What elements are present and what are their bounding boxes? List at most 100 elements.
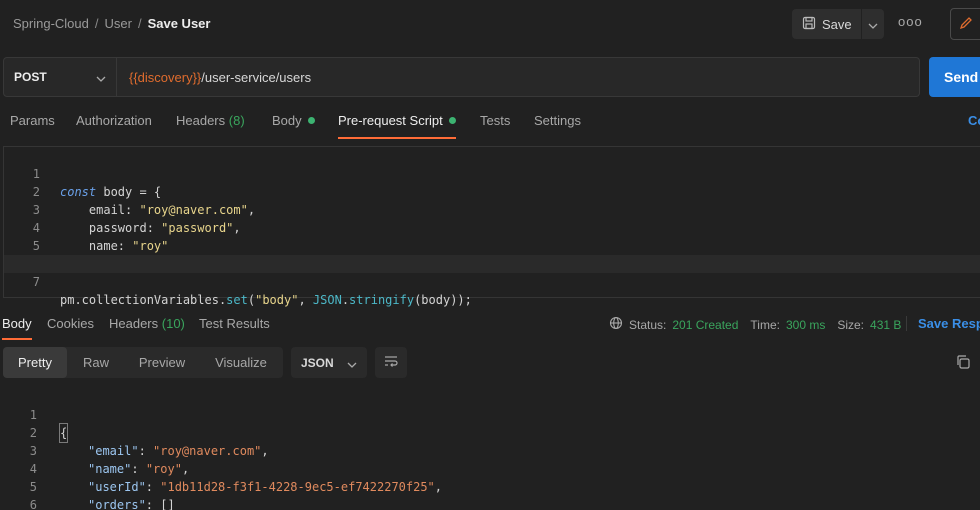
code-line-active: 7 pm.collectionVariables.set("body", JSO… (4, 255, 980, 307)
response-line: 1 { (0, 388, 69, 443)
tab-tests[interactable]: Tests (480, 113, 510, 128)
json-pair: "userId": "1db11d28-f3f1-4228-9ec5-ef742… (88, 480, 443, 494)
breadcrumb: Spring-Cloud / User / Save User (13, 16, 210, 31)
save-response-button[interactable]: Save Response (906, 316, 980, 331)
code-segment: . (341, 293, 350, 307)
code-line: 1 const body = { (4, 147, 980, 199)
response-line: 4 "userId": "1db11d28-f3f1-4228-9ec5-ef7… (0, 442, 442, 494)
response-tabs: Body Cookies Headers (10) Test Results S… (0, 313, 980, 340)
headers-count: (8) (228, 113, 245, 128)
response-tab-body[interactable]: Body (2, 316, 32, 340)
string-literal: "body" (255, 293, 299, 307)
code-line: 6 (4, 237, 980, 271)
tab-body[interactable]: Body (272, 113, 315, 128)
response-body[interactable]: 1 { 2 "email": "roy@naver.com", 3 "name"… (0, 388, 980, 510)
tab-params[interactable]: Params (10, 113, 55, 128)
wrap-lines-button[interactable] (375, 347, 407, 378)
json-key: "email" (88, 444, 139, 458)
tab-settings[interactable]: Settings (534, 113, 581, 128)
size-label: Size: (837, 317, 865, 332)
view-mode-group: Pretty Raw Preview Visualize (3, 347, 283, 378)
globe-icon[interactable] (609, 316, 623, 333)
code-segment: ( (247, 293, 256, 307)
response-time[interactable]: 300 ms (786, 318, 825, 332)
more-actions-button[interactable]: ooo (898, 14, 922, 34)
breadcrumb-folder[interactable]: User (105, 16, 132, 31)
json-key: "userId" (88, 480, 146, 494)
tab-prerequest-script[interactable]: Pre-request Script (338, 113, 456, 139)
class-name: JSON (312, 293, 342, 307)
chevron-down-icon (347, 357, 357, 371)
url-input[interactable]: {{discovery}}/user-service/users (117, 57, 920, 97)
response-status: Status: 201 Created Time: 300 ms Size: 431 … (609, 316, 901, 333)
response-tab-test-results[interactable]: Test Results (199, 316, 270, 331)
status-code[interactable]: 201 Created (672, 318, 738, 332)
function-name: set (226, 293, 248, 307)
json-pair: "name": "roy", (88, 462, 190, 476)
status-dot (307, 117, 315, 124)
response-line: 2 "email": "roy@naver.com", (0, 406, 269, 458)
line-number: 7 (32, 275, 40, 289)
status-label: Status: (629, 317, 667, 332)
tab-body-label: Body (272, 113, 302, 128)
line-number: 6 (29, 498, 37, 510)
breadcrumb-separator: / (137, 16, 142, 31)
save-options-button[interactable] (862, 9, 884, 39)
code-line: 4 name: "roy" (4, 201, 980, 253)
method-select[interactable]: POST (3, 57, 117, 97)
pencil-icon (959, 16, 973, 33)
format-select[interactable]: JSON (291, 347, 367, 378)
code-line: 5 } (4, 219, 980, 271)
view-raw-button[interactable]: Raw (67, 347, 125, 378)
response-line: 3 "name": "roy", (0, 424, 189, 476)
response-view-bar: Pretty Raw Preview Visualize JSON (0, 347, 980, 379)
cookies-link[interactable]: Cookies (968, 113, 980, 128)
breadcrumb-collection[interactable]: Spring-Cloud (13, 16, 89, 31)
response-tab-headers[interactable]: Headers (10) (109, 316, 185, 331)
copy-icon[interactable] (955, 354, 971, 373)
top-bar: Spring-Cloud / User / Save User Save ooo (0, 0, 980, 48)
json-key: "name" (88, 462, 132, 476)
json-value: "roy" (145, 462, 182, 476)
response-tab-cookies[interactable]: Cookies (47, 316, 94, 331)
method-value: POST (14, 70, 47, 84)
json-value: "1db11d28-f3f1-4228-9ec5-ef7422270f25" (160, 480, 435, 494)
code-segment: (body)); (414, 293, 472, 307)
chevron-down-icon (868, 17, 878, 32)
view-pretty-button[interactable]: Pretty (3, 347, 67, 378)
response-headers-count: (10) (161, 316, 185, 331)
json-key: "orders" (88, 498, 146, 510)
view-visualize-button[interactable]: Visualize (199, 347, 283, 378)
request-name[interactable]: Save User (148, 16, 211, 31)
chevron-down-icon (96, 71, 106, 85)
response-line: 6 } (0, 478, 37, 510)
time-label: Time: (750, 317, 780, 332)
format-value: JSON (301, 355, 334, 370)
script-editor[interactable]: 1 const body = { 2 email: "roy@naver.com… (3, 146, 980, 307)
wrap-icon (383, 354, 399, 371)
save-button[interactable]: Save (792, 9, 861, 39)
response-tab-headers-label: Headers (109, 316, 159, 331)
tab-headers-label: Headers (176, 113, 226, 128)
edit-button[interactable] (950, 8, 980, 40)
tab-headers[interactable]: Headers (8) (176, 113, 245, 128)
code-line: 2 email: "roy@naver.com", (4, 165, 980, 217)
json-pair: "orders": [] (88, 498, 175, 510)
view-preview-button[interactable]: Preview (125, 347, 199, 378)
response-size[interactable]: 431 B (870, 318, 901, 332)
function-name: stringify (349, 293, 415, 307)
code-segment: , (298, 293, 313, 307)
url-variable: {{discovery}} (129, 69, 202, 85)
request-tabs: Params Authorization Headers (8) Body Pr… (0, 109, 980, 139)
request-bar: POST {{discovery}}/user-service/users Se… (0, 57, 980, 97)
code-line: 3 password: "password", (4, 183, 980, 235)
url-path: /user-service/users (201, 69, 312, 85)
json-value: "roy@naver.com" (153, 444, 262, 458)
tab-authorization[interactable]: Authorization (76, 113, 152, 128)
status-dot (448, 117, 456, 124)
breadcrumb-separator: / (94, 16, 99, 31)
tab-prerequest-label: Pre-request Script (338, 113, 443, 128)
send-button[interactable]: Send (929, 57, 980, 97)
code-text: pm.collectionVariables.set("body", JSON.… (60, 291, 472, 309)
save-icon (802, 16, 816, 33)
